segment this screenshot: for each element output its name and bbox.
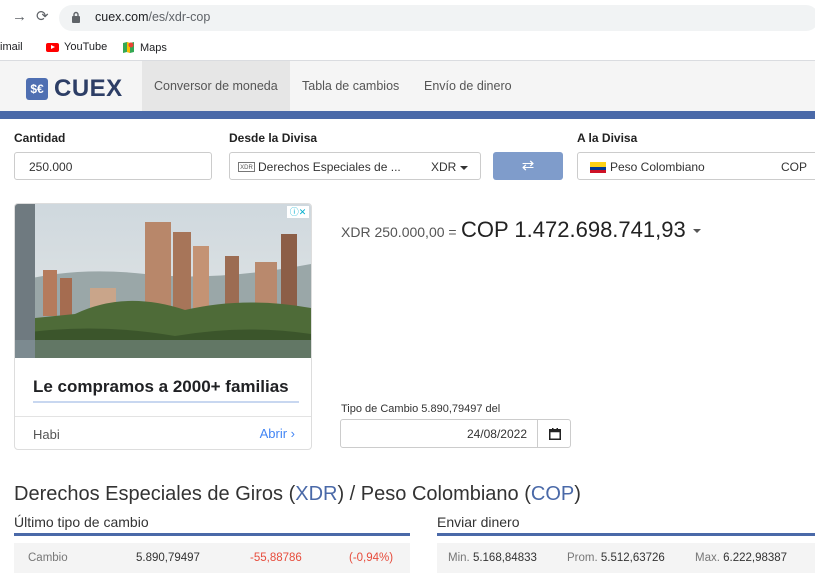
chevron-down-icon — [692, 229, 701, 234]
xdr-currency-icon: XDR — [238, 162, 255, 172]
calendar-icon — [549, 428, 561, 440]
max-label: Max. — [695, 552, 720, 564]
from-currency-name: Derechos Especiales de ... — [258, 160, 401, 174]
send-money-rule — [437, 533, 815, 536]
currency-pair-title: Derechos Especiales de Giros (XDR) / Pes… — [14, 483, 581, 506]
tab-currency-converter[interactable]: Conversor de moneda — [142, 61, 290, 111]
logo-text: CUEX — [54, 75, 123, 102]
bookmark-youtube[interactable]: YouTube — [46, 41, 107, 53]
colombia-flag-icon — [590, 162, 606, 173]
to-currency-name: Peso Colombiano — [610, 160, 705, 174]
rate-value: 5.890,79497 — [136, 552, 200, 564]
to-currency-code: COP — [781, 160, 808, 174]
send-money-heading: Enviar dinero — [437, 514, 520, 530]
rate-change-percent: (-0,94%) — [349, 552, 394, 564]
site-header: $€ CUEX Conversor de moneda Tabla de cam… — [0, 61, 815, 111]
chevron-down-icon — [460, 165, 469, 170]
to-currency-label: A la Divisa — [577, 131, 638, 145]
bookmarks-bar: imail YouTube Maps — [0, 34, 815, 61]
swap-currencies-button[interactable]: ⇄ — [493, 152, 563, 180]
adchoices-icon[interactable]: ⓘ✕ — [287, 206, 309, 218]
lock-icon — [72, 11, 80, 23]
browser-toolbar: → ⟳ cuex.com/es/xdr-cop — [0, 0, 815, 34]
ad-image — [15, 204, 311, 358]
youtube-icon — [46, 42, 59, 52]
amount-value: 250.000 — [29, 160, 73, 174]
date-input[interactable]: 24/08/2022 — [340, 419, 538, 448]
from-code-text: XDR — [431, 160, 457, 174]
advertisement[interactable]: ⓘ✕ Le compramos a 2000+ familias Habi Ab… — [14, 203, 312, 450]
bookmark-label: imail — [0, 41, 23, 53]
xdr-code-link[interactable]: XDR — [295, 483, 337, 505]
cop-code-link[interactable]: COP — [531, 483, 574, 505]
max-value: 6.222,98387 — [723, 552, 788, 564]
title-part-3: ) — [574, 483, 581, 505]
bookmark-maps[interactable]: Maps — [122, 41, 167, 54]
ad-open-link[interactable]: Abrir › — [260, 426, 295, 441]
reload-icon[interactable]: ⟳ — [36, 7, 49, 27]
latest-rate-rule — [14, 533, 410, 536]
date-value: 24/08/2022 — [466, 427, 527, 441]
bookmark-label: YouTube — [64, 41, 108, 53]
title-part-1: Derechos Especiales de Giros ( — [14, 483, 296, 505]
result-to-amount[interactable]: COP 1.472.698.741,93 — [461, 217, 701, 242]
cuex-logo[interactable]: $€ CUEX — [26, 75, 123, 103]
amount-input[interactable]: 250.000 — [14, 152, 212, 180]
bookmark-label: Maps — [140, 41, 167, 54]
avg-value: 5.512,63726 — [600, 552, 665, 564]
header-accent-bar — [0, 111, 815, 119]
result-from-amount: XDR 250.000,00 = — [341, 224, 457, 240]
tab-money-transfer[interactable]: Envío de dinero — [412, 61, 524, 111]
tab-exchange-table[interactable]: Tabla de cambios — [290, 61, 411, 111]
address-bar[interactable]: cuex.com/es/xdr-cop — [59, 5, 815, 31]
from-currency-code: XDR — [431, 160, 469, 174]
exchange-rate-label: Tipo de Cambio 5.890,79497 del — [341, 403, 501, 415]
send-min: Min. 5.168,84833 — [448, 552, 537, 564]
calendar-button[interactable] — [537, 419, 571, 448]
url-text: cuex.com/es/xdr-cop — [95, 10, 210, 24]
logo-badge-icon: $€ — [26, 78, 48, 100]
url-path: /es/xdr-cop — [148, 10, 211, 24]
ad-brand: Habi — [33, 427, 60, 442]
conversion-result: XDR 250.000,00 = COP 1.472.698.741,93 — [341, 217, 701, 243]
send-max: Max. 6.222,98387 — [695, 552, 787, 564]
rate-change: -55,88786 — [250, 552, 302, 564]
ad-headline-underline — [33, 401, 299, 403]
forward-arrow-icon[interactable]: → — [12, 7, 27, 27]
latest-rate-heading: Último tipo de cambio — [14, 514, 149, 530]
result-to-text: COP 1.472.698.741,93 — [461, 217, 686, 242]
min-value: 5.168,84833 — [472, 552, 537, 564]
from-currency-label: Desde la Divisa — [229, 131, 318, 145]
from-currency-select[interactable]: XDR Derechos Especiales de ... XDR — [229, 152, 481, 180]
url-host: cuex.com — [95, 10, 149, 24]
maps-icon — [123, 42, 134, 53]
send-average: Prom. 5.512,63726 — [567, 552, 665, 564]
rate-row-label: Cambio — [28, 552, 68, 564]
avg-label: Prom. — [567, 552, 598, 564]
min-label: Min. — [448, 552, 470, 564]
to-currency-select[interactable]: Peso Colombiano COP — [577, 152, 815, 180]
ad-headline[interactable]: Le compramos a 2000+ familias — [33, 377, 289, 397]
amount-label: Cantidad — [14, 131, 66, 145]
ad-divider — [15, 416, 311, 417]
bookmark-gmail[interactable]: imail — [0, 41, 23, 53]
title-part-2: ) / Peso Colombiano ( — [337, 483, 531, 505]
